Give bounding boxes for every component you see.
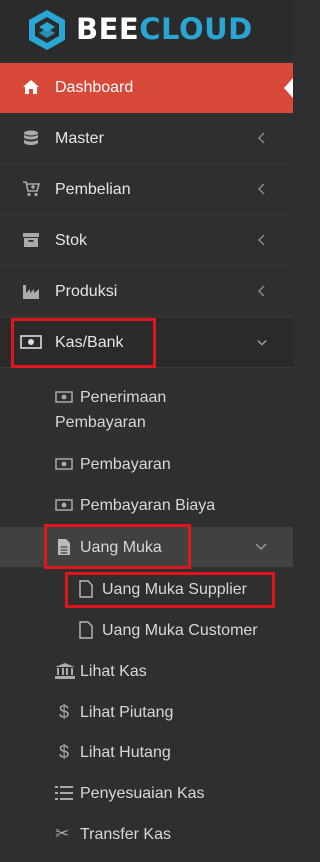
highlight-box-kasbank [11, 318, 156, 368]
submenu-item-pembayaran-biaya[interactable]: Pembayaran Biaya [0, 492, 293, 520]
brand-part2: CLOUD [139, 12, 253, 46]
chevron-left-icon [257, 285, 265, 297]
chevron-left-icon [257, 234, 265, 246]
highlight-box-uang-muka [44, 524, 191, 569]
money-icon [55, 499, 73, 511]
kasbank-submenu: Penerimaan Pembayaran Pembayaran Pembaya… [0, 368, 293, 862]
submenu-label: Uang Muka Customer [102, 622, 258, 639]
submenu-item-lihat-piutang[interactable]: $ Lihat Piutang [0, 699, 293, 727]
submenu-label: Lihat Kas [80, 663, 147, 680]
dollar-icon: $ [59, 742, 70, 762]
submenu-label: Lihat Hutang [80, 744, 171, 761]
submenu-label: Pembayaran Biaya [80, 497, 216, 514]
sidebar-item-label: Stok [55, 232, 88, 249]
home-icon [23, 80, 39, 94]
sidebar-item-stok[interactable]: Stok [0, 216, 293, 266]
chevron-down-icon [255, 543, 267, 551]
sidebar-item-label: Dashboard [55, 79, 134, 96]
submenu-label: Lihat Piutang [80, 704, 174, 721]
scissors-icon: ✂ [55, 824, 70, 844]
submenu-label: Pembayaran [80, 456, 171, 473]
sidebar-item-master[interactable]: Master [0, 114, 293, 164]
list-ol-icon [55, 786, 73, 800]
submenu-item-penerimaan-pembayaran[interactable]: Penerimaan Pembayaran [0, 382, 293, 442]
submenu-item-lihat-kas[interactable]: Lihat Kas [0, 658, 293, 686]
factory-icon [23, 285, 39, 299]
sidebar-item-produksi[interactable]: Produksi [0, 267, 293, 317]
sidebar-header: BEECLOUD [0, 0, 293, 60]
chevron-left-icon [257, 183, 265, 195]
bank-icon [55, 663, 75, 679]
sidebar-item-dashboard[interactable]: Dashboard [0, 63, 293, 113]
sidebar-item-label: Master [55, 130, 104, 147]
submenu-item-penyesuaian-kas[interactable]: Penyesuaian Kas [0, 780, 293, 808]
submenu-item-lihat-hutang[interactable]: $ Lihat Hutang [0, 739, 293, 767]
highlight-box-uang-muka-supplier [65, 572, 275, 608]
submenu-item-transfer-kas[interactable]: ✂ Transfer Kas [0, 821, 293, 849]
brand-logo[interactable]: BEECLOUD [76, 12, 253, 46]
archive-icon [23, 233, 39, 247]
submenu-label: Penyesuaian Kas [80, 785, 205, 802]
money-icon [55, 391, 73, 403]
file-icon [79, 621, 93, 639]
submenu-label: Penerimaan [80, 389, 167, 406]
cart-plus-icon [23, 181, 40, 197]
dollar-icon: $ [59, 702, 70, 722]
submenu-item-uang-muka-customer[interactable]: Uang Muka Customer [0, 616, 293, 644]
bee-hexagon-logo-icon [29, 10, 65, 50]
sidebar-item-label: Pembelian [55, 181, 131, 198]
chevron-down-icon [257, 340, 267, 346]
chevron-left-icon [257, 132, 265, 144]
sidebar-item-pembelian[interactable]: Pembelian [0, 165, 293, 215]
money-icon [55, 458, 73, 470]
submenu-label: Pembayaran [55, 414, 146, 431]
active-indicator [284, 78, 293, 98]
sidebar-item-label: Produksi [55, 283, 118, 300]
submenu-item-pembayaran[interactable]: Pembayaran [0, 451, 293, 479]
submenu-label: Transfer Kas [80, 826, 171, 843]
brand-part1: BEE [76, 12, 140, 46]
database-icon [24, 130, 38, 145]
